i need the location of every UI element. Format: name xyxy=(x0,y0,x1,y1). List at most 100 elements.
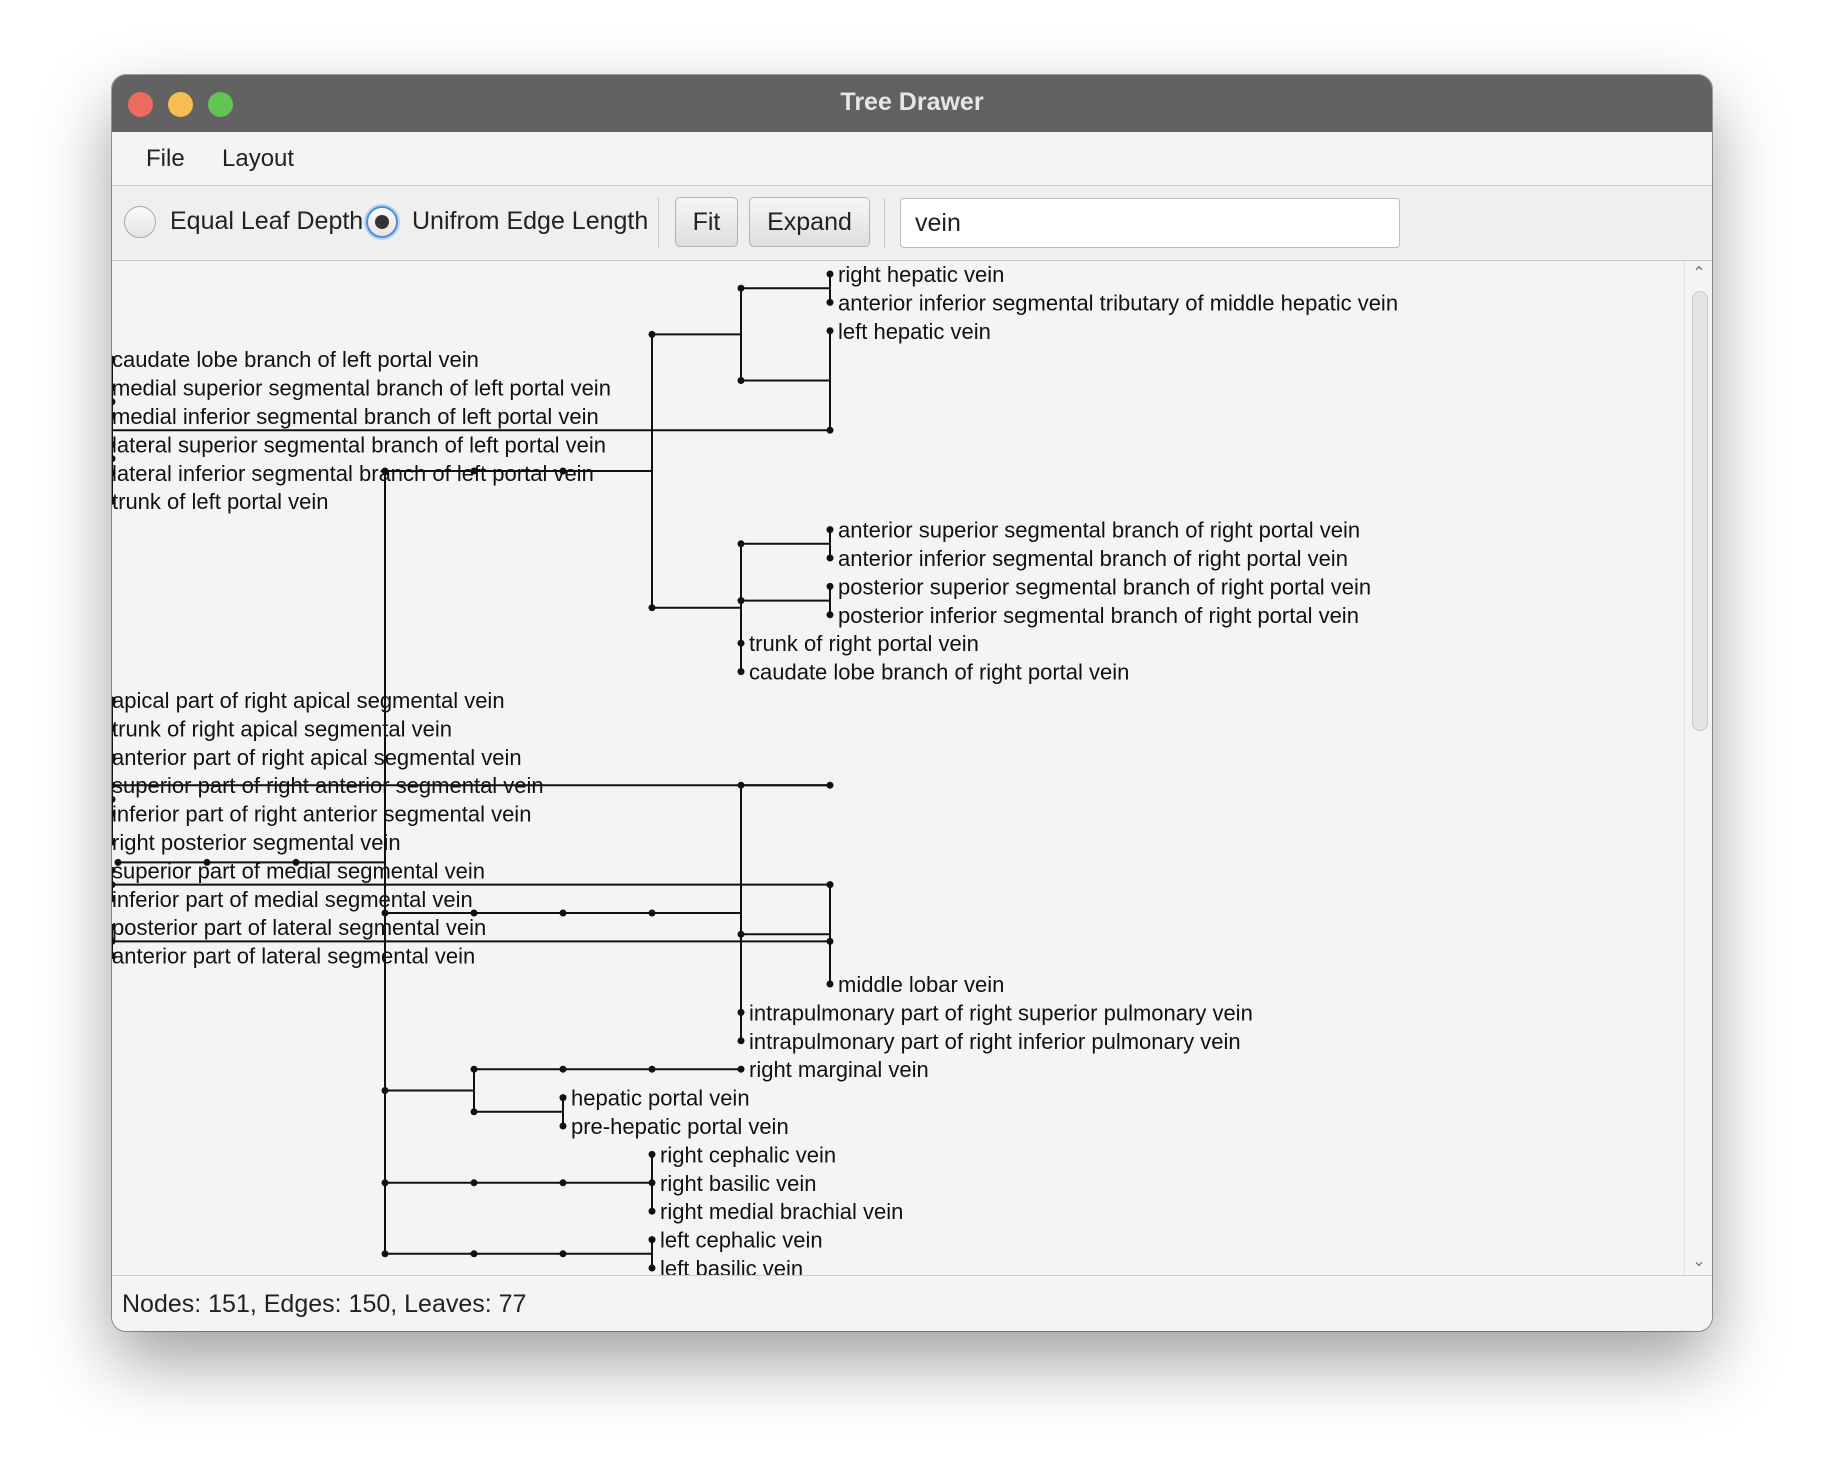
vertical-scrollbar[interactable]: ⌃ ⌄ xyxy=(1684,261,1712,1275)
tree-node[interactable] xyxy=(381,909,389,917)
tree-canvas[interactable]: right hepatic vein anterior inferior segm… xyxy=(112,261,1684,1275)
leaf-label[interactable]: caudate lobe branch of left portal vein xyxy=(112,347,479,372)
leaf-label[interactable]: right medial brachial vein xyxy=(660,1199,903,1224)
tree-node[interactable] xyxy=(737,668,745,676)
tree-node[interactable] xyxy=(381,1179,389,1187)
uniform-edge-length-label[interactable]: Unifrom Edge Length xyxy=(412,207,648,236)
tree-node[interactable] xyxy=(559,1122,567,1130)
leaf-label[interactable]: inferior part of medial segmental vein xyxy=(112,887,473,912)
tree-node[interactable] xyxy=(826,781,834,789)
tree-node[interactable] xyxy=(826,327,834,335)
leaf-label[interactable]: caudate lobe branch of right portal vein xyxy=(749,660,1129,685)
leaf-label[interactable]: right hepatic vein xyxy=(838,262,1004,287)
leaf-label[interactable]: left cephalic vein xyxy=(660,1228,823,1253)
leaf-label[interactable]: right posterior segmental vein xyxy=(112,830,401,855)
tree-node[interactable] xyxy=(737,1065,745,1073)
tree-node[interactable] xyxy=(648,604,656,612)
leaf-label[interactable]: anterior part of lateral segmental vein xyxy=(112,944,475,969)
tree-node[interactable] xyxy=(826,582,834,590)
leaf-label[interactable]: apical part of right apical segmental ve… xyxy=(112,688,505,713)
tree-node[interactable] xyxy=(826,980,834,988)
tree-node[interactable] xyxy=(737,781,745,789)
leaf-label[interactable]: right basilic vein xyxy=(660,1171,817,1196)
leaf-label[interactable]: trunk of right portal vein xyxy=(749,631,979,656)
tree-node[interactable] xyxy=(292,858,300,866)
tree-node[interactable] xyxy=(737,1008,745,1016)
tree-node[interactable] xyxy=(648,909,656,917)
tree-node[interactable] xyxy=(737,930,745,938)
tree-node[interactable] xyxy=(826,298,834,306)
leaf-label[interactable]: left hepatic vein xyxy=(838,319,991,344)
tree-node[interactable] xyxy=(826,426,834,434)
leaf-label[interactable]: intrapulmonary part of right inferior pu… xyxy=(749,1029,1241,1054)
tree-node[interactable] xyxy=(559,467,567,475)
leaf-label[interactable]: anterior inferior segmental tributary of… xyxy=(838,290,1398,315)
leaf-label[interactable]: right marginal vein xyxy=(749,1057,929,1082)
tree-node[interactable] xyxy=(737,377,745,384)
tree-node[interactable] xyxy=(826,270,834,278)
tree-node[interactable] xyxy=(470,1065,478,1073)
equal-leaf-depth-radio[interactable] xyxy=(124,206,156,238)
tree-node[interactable] xyxy=(826,554,834,562)
tree-node[interactable] xyxy=(381,1250,389,1258)
leaf-label[interactable]: posterior part of lateral segmental vein xyxy=(112,915,486,940)
leaf-label[interactable]: anterior inferior segmental branch of ri… xyxy=(838,546,1348,571)
tree-node[interactable] xyxy=(737,639,745,647)
equal-leaf-depth-label[interactable]: Equal Leaf Depth xyxy=(170,207,363,236)
scroll-up-icon[interactable]: ⌃ xyxy=(1685,263,1712,283)
scrollbar-thumb[interactable] xyxy=(1692,291,1708,731)
leaf-label[interactable]: inferior part of right anterior segmenta… xyxy=(112,802,531,827)
fit-button[interactable]: Fit xyxy=(675,197,738,247)
scroll-down-icon[interactable]: ⌄ xyxy=(1685,1251,1712,1271)
leaf-label[interactable]: middle lobar vein xyxy=(838,972,1004,997)
tree-node[interactable] xyxy=(648,330,656,338)
tree-node[interactable] xyxy=(470,1179,478,1187)
leaf-label[interactable]: trunk of left portal vein xyxy=(112,489,328,514)
tree-node[interactable] xyxy=(559,1065,567,1073)
leaf-label[interactable]: medial superior segmental branch of left… xyxy=(112,376,611,401)
tree-node[interactable] xyxy=(470,909,478,917)
tree-node[interactable] xyxy=(737,1037,745,1045)
leaf-label[interactable]: anterior superior segmental branch of ri… xyxy=(838,518,1360,543)
tree-node[interactable] xyxy=(559,1250,567,1258)
menu-layout[interactable]: Layout xyxy=(222,145,294,173)
leaf-label[interactable]: right cephalic vein xyxy=(660,1142,836,1167)
tree-node[interactable] xyxy=(826,881,834,889)
tree-node[interactable] xyxy=(381,467,389,475)
leaf-label[interactable]: superior part of right anterior segmenta… xyxy=(112,773,544,798)
leaf-label[interactable]: lateral superior segmental branch of lef… xyxy=(112,432,606,457)
tree-node[interactable] xyxy=(648,1264,656,1272)
menu-file[interactable]: File xyxy=(146,145,185,173)
tree-node[interactable] xyxy=(559,909,567,917)
tree-node[interactable] xyxy=(737,284,745,292)
uniform-edge-length-radio[interactable] xyxy=(366,206,398,238)
leaf-label[interactable]: intrapulmonary part of right superior pu… xyxy=(749,1000,1253,1025)
tree-node[interactable] xyxy=(381,1087,389,1094)
tree-node[interactable] xyxy=(470,1108,478,1116)
tree-node[interactable] xyxy=(826,611,834,619)
tree-node[interactable] xyxy=(826,526,834,534)
tree-node[interactable] xyxy=(737,540,745,548)
leaf-label[interactable]: left basilic vein xyxy=(660,1256,803,1275)
tree-node[interactable] xyxy=(559,1094,567,1102)
tree-node[interactable] xyxy=(648,1207,656,1215)
leaf-label[interactable]: posterior superior segmental branch of r… xyxy=(838,574,1371,599)
tree-node[interactable] xyxy=(203,858,211,866)
search-input[interactable] xyxy=(900,198,1400,248)
tree-node[interactable] xyxy=(826,937,834,945)
leaf-label[interactable]: lateral inferior segmental branch of lef… xyxy=(112,461,594,486)
tree-node[interactable] xyxy=(114,858,122,866)
leaf-label[interactable]: posterior inferior segmental branch of r… xyxy=(838,603,1359,628)
leaf-label[interactable]: hepatic portal vein xyxy=(571,1086,750,1111)
tree-node[interactable] xyxy=(648,1065,656,1073)
leaf-label[interactable]: trunk of right apical segmental vein xyxy=(112,716,452,741)
tree-node[interactable] xyxy=(559,1179,567,1187)
tree-node[interactable] xyxy=(737,597,745,605)
tree-node[interactable] xyxy=(648,1236,656,1244)
tree-node[interactable] xyxy=(470,1250,478,1258)
leaf-label[interactable]: pre-hepatic portal vein xyxy=(571,1114,789,1139)
tree-node[interactable] xyxy=(470,467,478,475)
leaf-label[interactable]: medial inferior segmental branch of left… xyxy=(112,404,599,429)
expand-button[interactable]: Expand xyxy=(749,197,870,247)
tree-node[interactable] xyxy=(648,1179,656,1187)
